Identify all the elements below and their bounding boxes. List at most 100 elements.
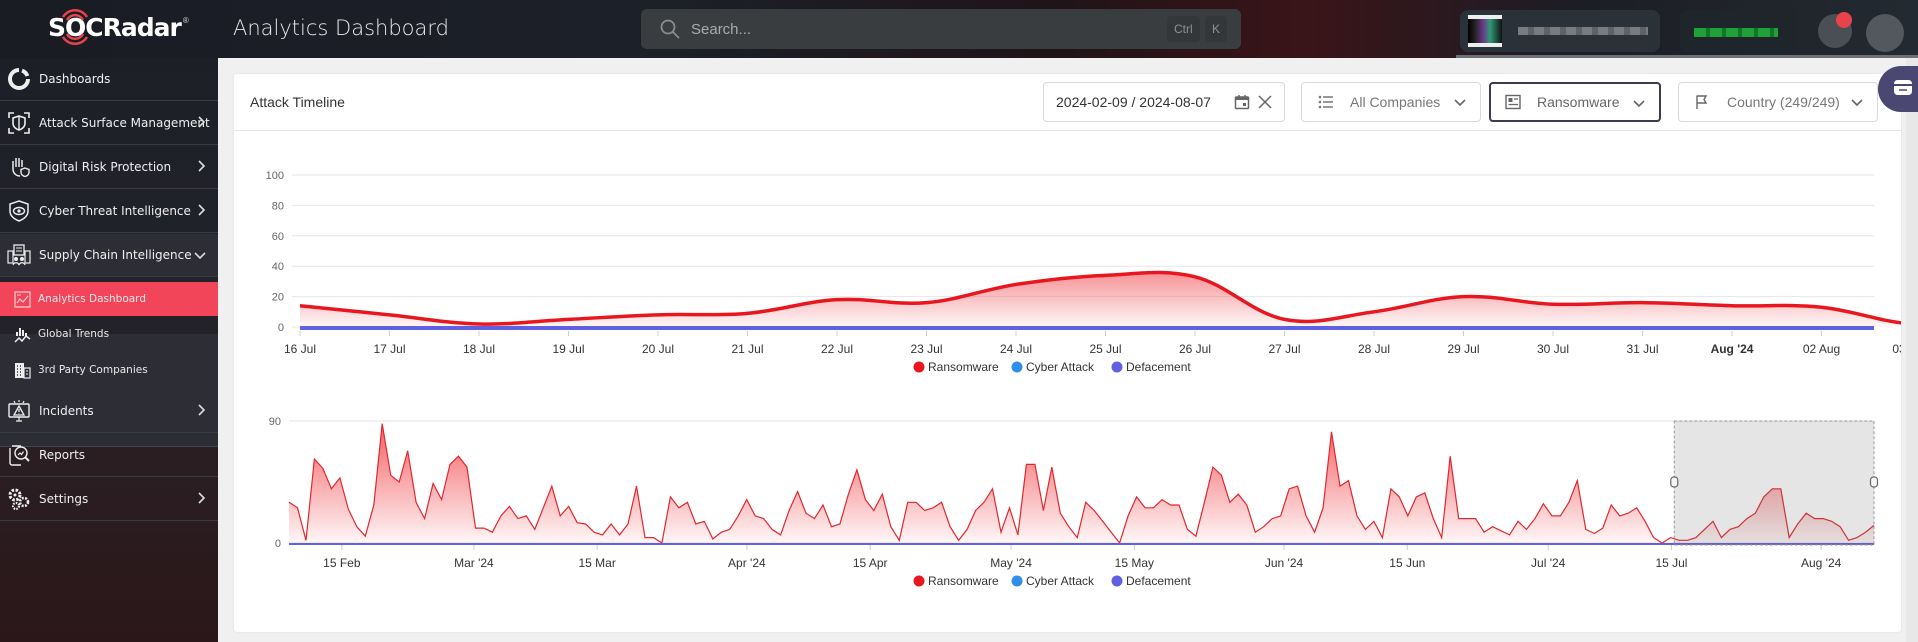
- sidebar-item-label: Digital Risk Protection: [39, 160, 172, 174]
- legend-label: Defacement: [1126, 360, 1191, 374]
- x-tick-label: 15 Jun: [1389, 556, 1425, 570]
- legend-label: Ransomware: [928, 360, 999, 374]
- sidebar-item-label: Dashboards: [39, 72, 111, 86]
- x-tick-label: Mar '24: [454, 556, 494, 570]
- sidebar-subitem-label: Global Trends: [38, 328, 110, 340]
- sidebar-item-label: Supply Chain Intelligence: [39, 248, 192, 262]
- status-text-redacted: [1694, 28, 1778, 37]
- company-name-redacted: [1518, 27, 1648, 35]
- sidebar-item-attack-surface-management[interactable]: Attack Surface Management: [0, 102, 218, 145]
- sidebar-subitem-analytics-dashboard[interactable]: Analytics Dashboard: [0, 282, 218, 316]
- legend-marker: [1111, 575, 1123, 587]
- y-tick-label: 80: [272, 200, 284, 212]
- sidebar-subitem-label: 3rd Party Companies: [38, 364, 148, 376]
- supply-chain-icon: [7, 244, 31, 266]
- legend-item-defacement[interactable]: Defacement: [1111, 360, 1192, 374]
- sidebar-item-label: Cyber Threat Intelligence: [39, 204, 191, 218]
- y-tick-label: 90: [269, 416, 281, 428]
- chat-support-button[interactable]: [1878, 66, 1918, 112]
- x-tick-label: 03 Aug: [1892, 342, 1901, 356]
- legend-label: Ransomware: [928, 574, 999, 588]
- sidebar-item-label: Reports: [39, 448, 86, 462]
- chevron-right-icon: [198, 160, 206, 172]
- radar-waves-icon: [61, 8, 89, 46]
- sidebar-subitem-3rd-party-companies[interactable]: 3rd Party Companies: [0, 353, 218, 387]
- navigator-selection[interactable]: [1673, 420, 1875, 546]
- report-search-icon: [9, 445, 30, 466]
- legend-label: Defacement: [1126, 574, 1191, 588]
- x-tick-label: Jun '24: [1265, 556, 1304, 570]
- global-search[interactable]: Ctrl K: [641, 9, 1241, 49]
- x-tick-label: 27 Jul: [1268, 342, 1300, 356]
- registered-mark: ®: [182, 16, 189, 25]
- building-icon: [15, 362, 31, 379]
- x-tick-label: 15 Jul: [1655, 556, 1687, 570]
- sidebar-item-dashboards[interactable]: Dashboards: [0, 58, 218, 101]
- attack-timeline-card: Attack Timeline 2024-02-09 / 2024-08-07 …: [234, 74, 1901, 632]
- chart-legend-top: Ransomware Cyber Attack Defacement: [913, 360, 1192, 374]
- search-input[interactable]: [691, 20, 1131, 38]
- sidebar-item-digital-risk-protection[interactable]: Digital Risk Protection: [0, 146, 218, 189]
- y-tick-label: 0: [275, 538, 281, 550]
- hand-shield-icon: [12, 158, 30, 178]
- x-tick-label: 24 Jul: [1000, 342, 1032, 356]
- chevron-down-icon: [194, 252, 206, 260]
- search-icon: [660, 19, 680, 39]
- company-avatar: [1468, 15, 1502, 47]
- sidebar-item-supply-chain-intelligence[interactable]: Supply Chain Intelligence: [0, 234, 218, 277]
- sidebar-item-reports[interactable]: Reports: [0, 434, 218, 477]
- y-tick-label: 0: [278, 322, 284, 334]
- legend-item-defacement[interactable]: Defacement: [1111, 574, 1192, 588]
- sidebar-item-label: Attack Surface Management: [39, 116, 210, 130]
- x-tick-label: 02 Aug: [1803, 342, 1840, 356]
- x-tick-label: 17 Jul: [373, 342, 405, 356]
- status-indicator[interactable]: [1680, 10, 1795, 52]
- legend-item-cyber-attack[interactable]: Cyber Attack: [1011, 574, 1096, 588]
- shortcut-key-ctrl: Ctrl: [1167, 16, 1200, 42]
- navigator-handle-right[interactable]: [1869, 476, 1879, 488]
- x-tick-label: 26 Jul: [1179, 342, 1211, 356]
- x-tick-label: 16 Jul: [284, 342, 316, 356]
- x-tick-label: 31 Jul: [1626, 342, 1658, 356]
- notifications-button[interactable]: [1818, 12, 1852, 48]
- profile-avatar[interactable]: [1866, 14, 1904, 52]
- sidebar-item-label: Settings: [39, 492, 89, 506]
- navigator-handle-left[interactable]: [1670, 476, 1679, 488]
- x-tick-label: 18 Jul: [463, 342, 495, 356]
- chevron-right-icon: [198, 404, 206, 416]
- sidebar-subitem-label: Analytics Dashboard: [38, 293, 146, 305]
- company-selector[interactable]: [1460, 10, 1660, 52]
- x-tick-label: Apr '24: [728, 556, 766, 570]
- x-tick-label: Aug '24: [1711, 342, 1754, 356]
- y-tick-label: 20: [272, 292, 284, 304]
- x-tick-label: 30 Jul: [1537, 342, 1569, 356]
- x-tick-label: Aug '24: [1801, 556, 1842, 570]
- legend-item-ransomware[interactable]: Ransomware: [913, 574, 1000, 588]
- legend-marker: [1111, 361, 1123, 373]
- y-tick-label: 100: [266, 170, 284, 182]
- sidebar-item-incidents[interactable]: Incidents: [0, 390, 218, 433]
- x-tick-label: 23 Jul: [910, 342, 942, 356]
- x-tick-label: 19 Jul: [552, 342, 584, 356]
- legend-marker: [913, 361, 925, 373]
- legend-label: Cyber Attack: [1026, 360, 1095, 374]
- page-scrollbar[interactable]: [1906, 58, 1918, 642]
- sidebar-subitem-global-trends[interactable]: Global Trends: [0, 317, 218, 351]
- sidebar: Dashboards Attack Surface Management Dig…: [0, 58, 218, 642]
- legend-item-cyber-attack[interactable]: Cyber Attack: [1011, 360, 1096, 374]
- x-tick-label: Jul '24: [1531, 556, 1566, 570]
- sidebar-item-cyber-threat-intelligence[interactable]: Cyber Threat Intelligence: [0, 190, 218, 233]
- socradar-logo[interactable]: SOCRadar ®: [48, 8, 189, 46]
- ransomware-area: [289, 423, 1874, 543]
- timeline-overview-chart: 0 90 15 Feb Mar '24 15 Mar Apr '24 15 Apr May '…: [269, 416, 1879, 588]
- x-tick-label: 15 May: [1115, 556, 1154, 570]
- shortcut-key-k: K: [1205, 16, 1228, 42]
- legend-item-ransomware[interactable]: Ransomware: [913, 360, 1000, 374]
- page-title: Analytics Dashboard: [233, 16, 449, 40]
- sidebar-item-settings[interactable]: Settings: [0, 478, 218, 521]
- analytics-icon: [14, 290, 31, 308]
- chart-legend-bottom: Ransomware Cyber Attack Defacement: [913, 574, 1192, 588]
- trend-chart-icon: [14, 327, 31, 343]
- chevron-right-icon: [198, 204, 206, 216]
- x-tick-label: 22 Jul: [821, 342, 853, 356]
